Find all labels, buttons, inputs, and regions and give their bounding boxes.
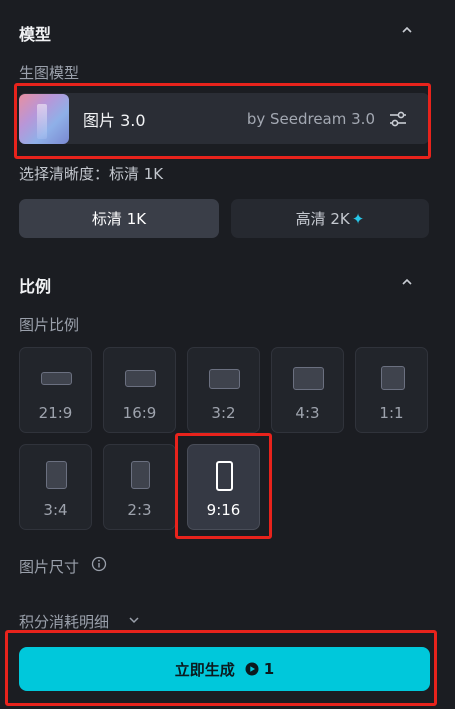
model-selector-card[interactable]: 图片 3.0 by Seedream 3.0: [19, 93, 429, 144]
model-provider: by Seedream 3.0: [246, 109, 375, 128]
ratio-label: 16:9: [122, 404, 157, 422]
collapse-ratio-chevron-up-icon[interactable]: [400, 275, 414, 289]
resolution-hd-button[interactable]: 高清 2K ✦: [231, 199, 429, 238]
generate-cost: 1: [263, 660, 275, 678]
ratio-option-4-3[interactable]: 4:3: [271, 347, 344, 433]
ratio-label: 21:9: [38, 404, 73, 422]
generate-label: 立即生成: [174, 660, 235, 679]
ratio-shape-3-4: [46, 461, 67, 489]
ratio-option-16-9[interactable]: 16:9: [103, 347, 176, 433]
ratio-shape-4-3: [293, 367, 324, 390]
ratio-label: 9:16: [206, 501, 241, 519]
ratio-option-1-1[interactable]: 1:1: [355, 347, 428, 433]
credits-detail-label[interactable]: 积分消耗明细: [19, 611, 109, 632]
model-sub-label: 生图模型: [19, 64, 80, 82]
sliders-settings-icon[interactable]: [387, 108, 409, 130]
model-thumbnail: [19, 93, 69, 144]
ratio-shape-21-9: [41, 372, 72, 385]
collapse-model-chevron-up-icon[interactable]: [400, 23, 414, 37]
resolution-sd-button[interactable]: 标清 1K: [19, 199, 219, 238]
resolution-hd-label: 高清 2K: [295, 210, 350, 228]
model-section-title: 模型: [19, 25, 52, 44]
ratio-sub-label: 图片比例: [19, 316, 80, 334]
ratio-option-2-3[interactable]: 2:3: [103, 444, 176, 530]
ratio-option-3-4[interactable]: 3:4: [19, 444, 92, 530]
ratio-shape-9-16: [216, 461, 233, 491]
ratio-section-title: 比例: [19, 277, 52, 296]
ratio-option-3-2[interactable]: 3:2: [187, 347, 260, 433]
size-label: 图片尺寸: [19, 558, 80, 576]
generate-button[interactable]: 立即生成 1: [19, 647, 430, 691]
sparkle-icon: ✦: [351, 209, 365, 228]
model-name: 图片 3.0: [83, 110, 146, 130]
ratio-option-9-16[interactable]: 9:16: [187, 444, 260, 530]
chevron-down-icon[interactable]: [128, 614, 140, 626]
resolution-label: 选择清晰度：标清 1K: [19, 165, 164, 183]
ratio-shape-16-9: [125, 370, 156, 387]
ratio-label: 3:2: [211, 404, 236, 422]
ratio-label: 2:3: [127, 501, 152, 519]
ratio-label: 1:1: [379, 404, 404, 422]
ratio-shape-1-1: [381, 366, 405, 390]
ratio-label: 4:3: [295, 404, 320, 422]
ratio-shape-3-2: [209, 369, 240, 389]
ratio-option-21-9[interactable]: 21:9: [19, 347, 92, 433]
credit-coin-icon: [245, 662, 259, 676]
ratio-shape-2-3: [131, 461, 150, 489]
info-icon[interactable]: [91, 556, 107, 572]
ratio-label: 3:4: [43, 501, 68, 519]
